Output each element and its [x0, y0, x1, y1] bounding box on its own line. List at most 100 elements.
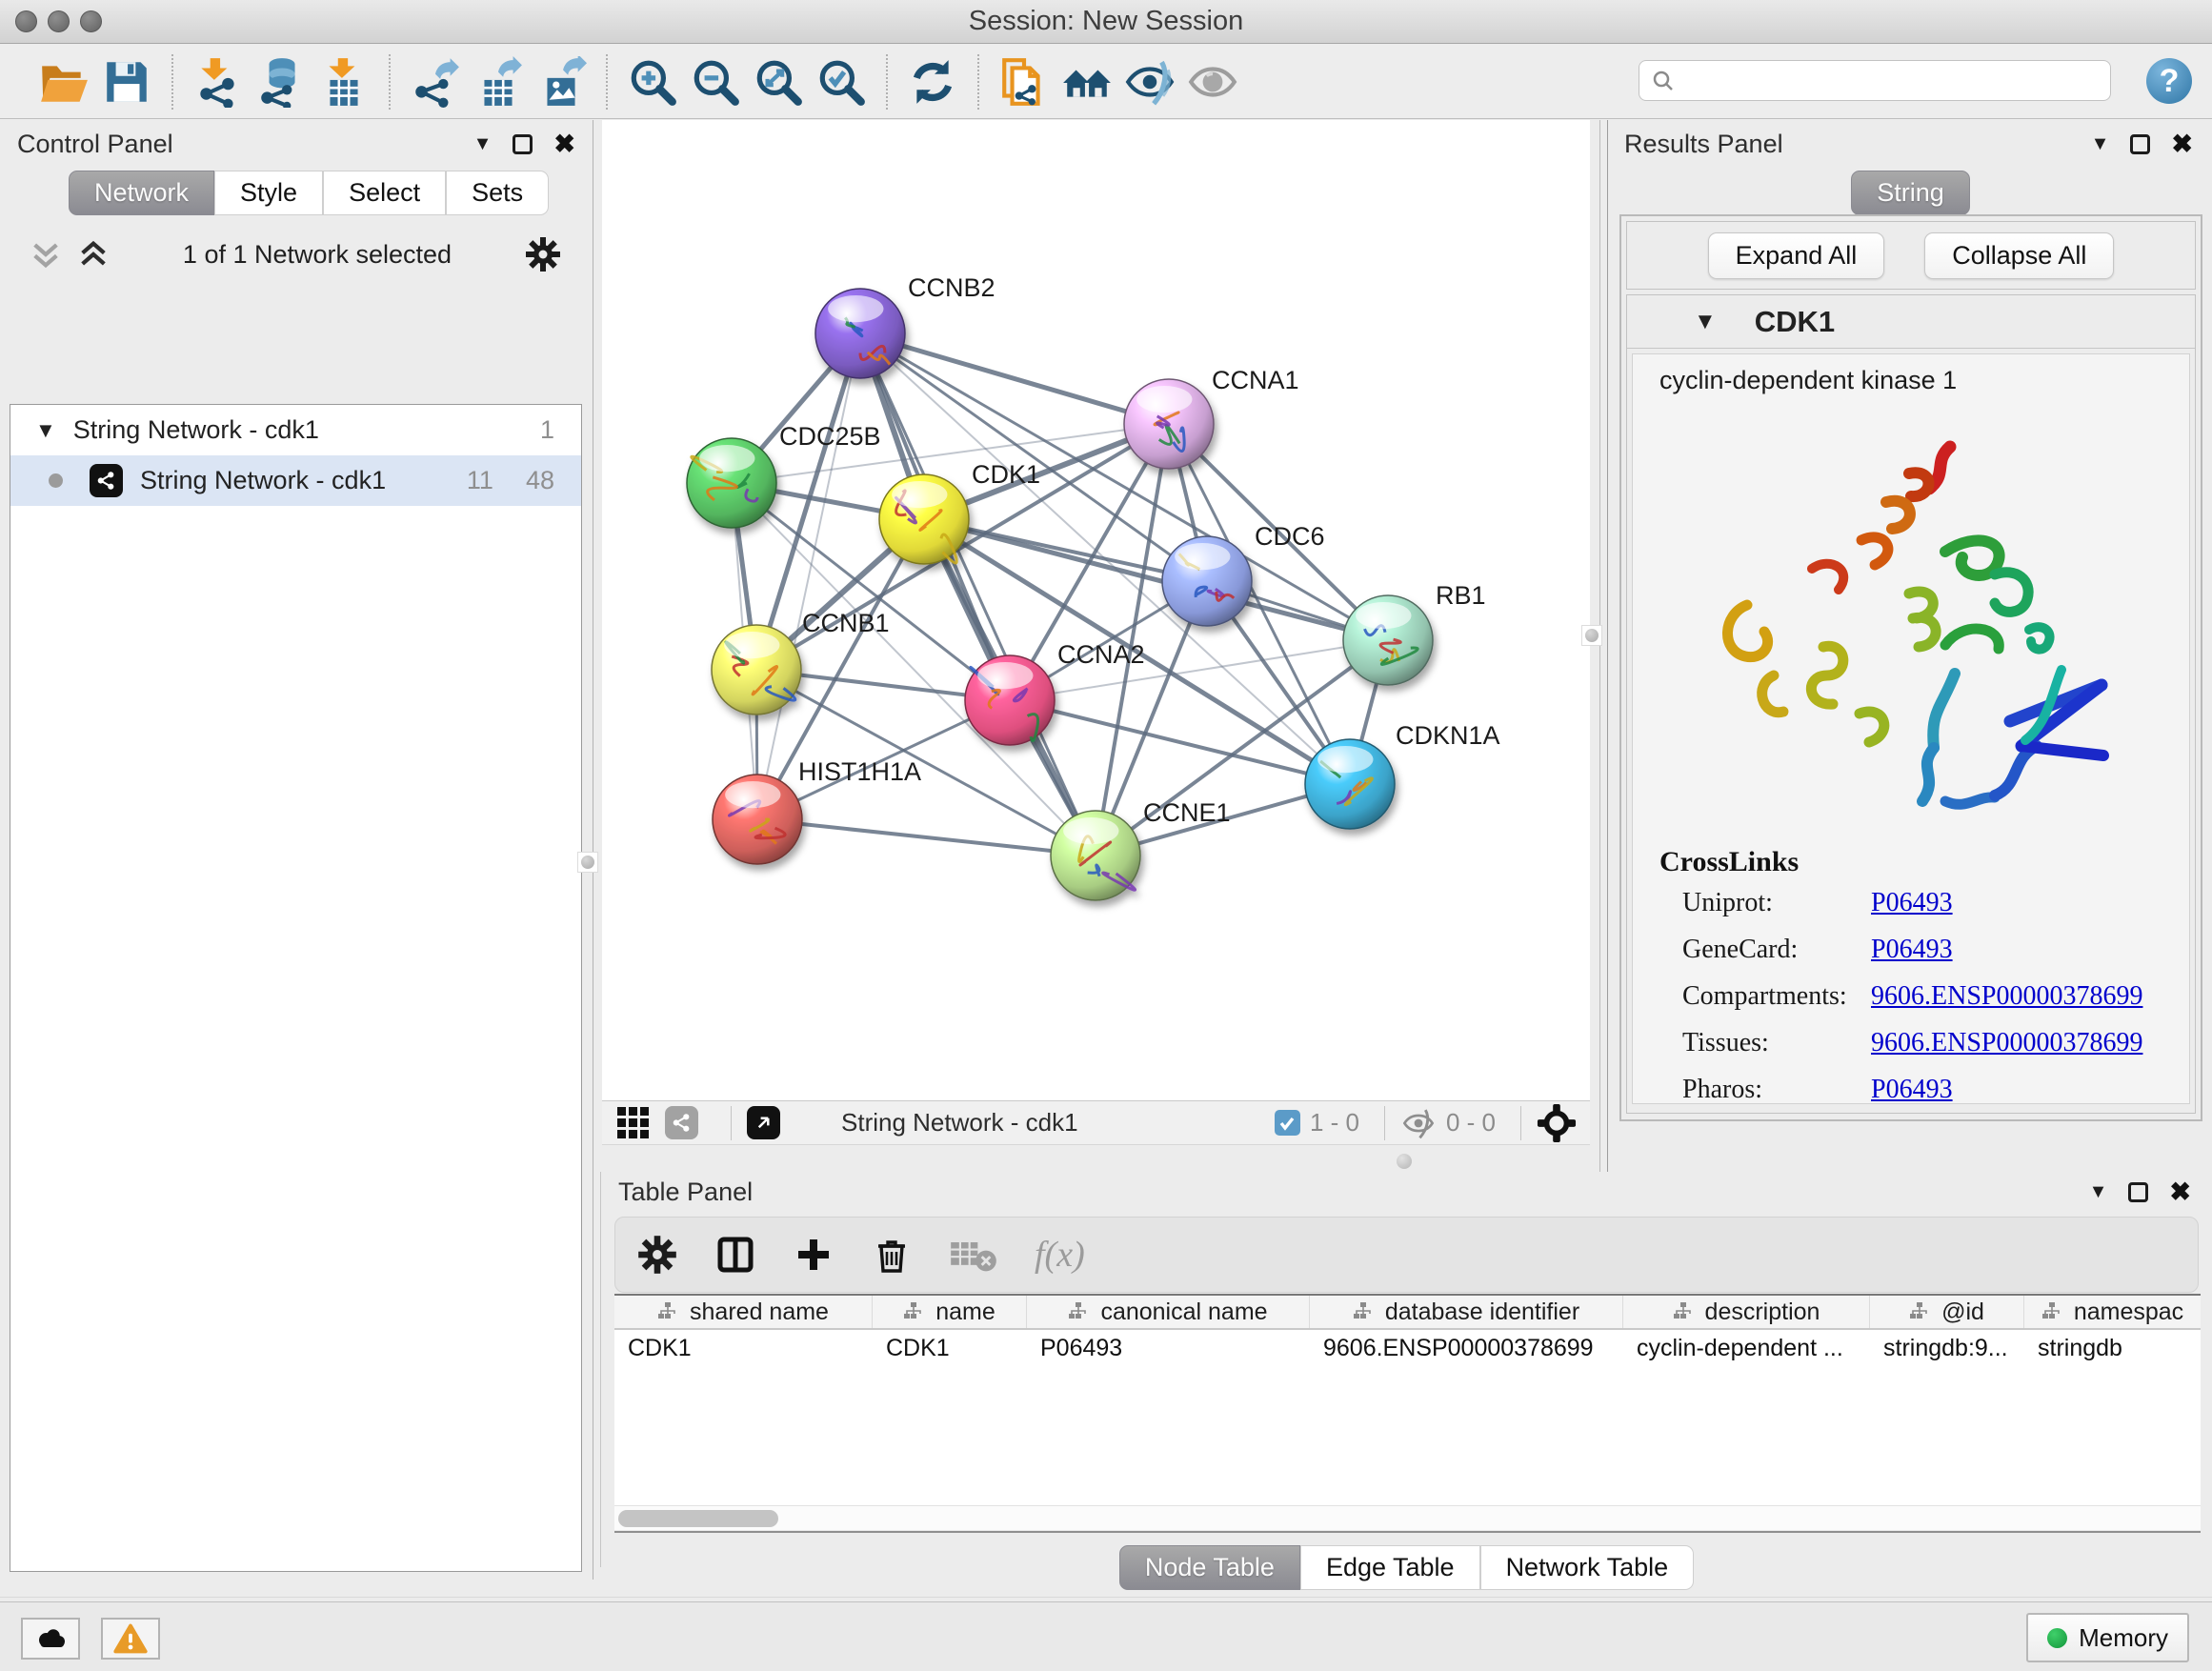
protein-section-header[interactable]: ▼ CDK1 [1627, 295, 2195, 349]
table-cell[interactable]: stringdb:9... [1870, 1330, 2024, 1366]
right-splitter-handle[interactable] [1581, 625, 1602, 646]
scrollbar-thumb[interactable] [618, 1510, 778, 1527]
tab-sets[interactable]: Sets [446, 171, 549, 215]
zoom-out-button[interactable] [684, 51, 747, 112]
panel-close-icon[interactable]: ✖ [553, 131, 575, 157]
left-splitter-handle[interactable] [577, 852, 598, 873]
memory-button[interactable]: Memory [2026, 1613, 2189, 1662]
network-row-selected[interactable]: String Network - cdk1 11 48 [10, 455, 581, 506]
collapse-all-networks-icon[interactable] [29, 238, 63, 271]
network-node-CCNE1[interactable] [1051, 811, 1140, 900]
add-column-icon[interactable] [793, 1234, 835, 1276]
panel-menu-icon[interactable]: ▼ [2091, 133, 2110, 155]
tab-node-table[interactable]: Node Table [1119, 1545, 1300, 1590]
panel-menu-icon[interactable]: ▼ [473, 133, 493, 155]
import-network-file-button[interactable] [187, 51, 250, 112]
network-node-CCNB1[interactable] [712, 625, 801, 715]
panel-close-icon[interactable]: ✖ [2169, 1179, 2191, 1205]
expand-all-button[interactable]: Expand All [1708, 232, 1885, 279]
close-window-button[interactable] [15, 10, 37, 32]
column-header-canonical-name[interactable]: canonical name [1027, 1296, 1310, 1328]
column-header-shared-name[interactable]: shared name [614, 1296, 873, 1328]
network-node-CDKN1A[interactable] [1305, 739, 1395, 829]
save-session-button[interactable] [95, 51, 158, 112]
minimize-window-button[interactable] [48, 10, 70, 32]
network-view-type-icon[interactable] [665, 1106, 698, 1139]
hide-selected-button[interactable] [1118, 51, 1181, 112]
export-table-button[interactable] [467, 51, 530, 112]
refresh-layout-button[interactable] [901, 51, 964, 112]
open-session-button[interactable] [32, 51, 95, 112]
network-node-CDC6[interactable] [1162, 536, 1252, 626]
zoom-in-button[interactable] [621, 51, 684, 112]
crosslink-link[interactable]: P06493 [1871, 888, 1953, 918]
tab-network[interactable]: Network [69, 171, 214, 215]
node-table[interactable]: shared namenamecanonical namedatabase id… [614, 1294, 2201, 1505]
delete-column-icon[interactable] [871, 1234, 913, 1276]
tab-style[interactable]: Style [214, 171, 323, 215]
crosslink-link[interactable]: 9606.ENSP00000378699 [1871, 981, 2142, 1012]
import-network-database-button[interactable] [250, 51, 312, 112]
zoom-window-button[interactable] [80, 10, 102, 32]
table-horizontal-scrollbar[interactable] [614, 1505, 2201, 1530]
network-edge[interactable] [757, 333, 860, 819]
panel-menu-icon[interactable]: ▼ [2089, 1181, 2108, 1203]
expand-all-networks-icon[interactable] [76, 238, 111, 271]
network-edge[interactable] [757, 819, 1096, 856]
horizontal-splitter-handle[interactable] [1397, 1154, 1412, 1169]
network-options-gear-icon[interactable] [524, 235, 562, 273]
tab-edge-table[interactable]: Edge Table [1300, 1545, 1480, 1590]
network-node-CDC25B[interactable] [687, 438, 776, 528]
network-node-HIST1H1A[interactable] [713, 775, 802, 864]
tab-network-table[interactable]: Network Table [1480, 1545, 1695, 1590]
section-collapse-arrow-icon[interactable]: ▼ [1694, 309, 1717, 335]
column-header-name[interactable]: name [873, 1296, 1027, 1328]
network-node-CCNA2[interactable] [965, 655, 1055, 745]
panel-close-icon[interactable]: ✖ [2171, 131, 2193, 157]
crosslink-link[interactable]: 9606.ENSP00000378699 [1871, 1028, 2142, 1058]
network-edge[interactable] [860, 333, 1169, 424]
network-graph[interactable]: CCNB2 CCNA1 CDC25B CDK1 CDC6 RB1 [602, 120, 1590, 1100]
export-image-button[interactable] [530, 51, 593, 112]
column-header-description[interactable]: description [1623, 1296, 1870, 1328]
table-cell[interactable]: stringdb [2024, 1330, 2201, 1366]
network-node-RB1[interactable] [1343, 595, 1433, 685]
first-neighbors-button[interactable] [1056, 51, 1118, 112]
crosslink-link[interactable]: P06493 [1871, 935, 1953, 965]
table-options-gear-icon[interactable] [636, 1234, 678, 1276]
column-header-namespac[interactable]: namespac [2024, 1296, 2201, 1328]
network-collection-row[interactable]: ▼ String Network - cdk1 1 [10, 405, 581, 455]
zoom-fit-button[interactable] [747, 51, 810, 112]
network-node-CCNA1[interactable] [1124, 379, 1214, 469]
search-input[interactable] [1676, 61, 2110, 100]
table-cell[interactable]: 9606.ENSP00000378699 [1310, 1330, 1623, 1366]
help-button[interactable]: ? [2146, 58, 2192, 104]
table-cell[interactable]: cyclin-dependent ... [1623, 1330, 1870, 1366]
warnings-button[interactable] [101, 1618, 160, 1660]
export-network-button[interactable] [404, 51, 467, 112]
collection-expand-arrow-icon[interactable]: ▼ [35, 418, 56, 443]
import-table-button[interactable] [312, 51, 375, 112]
panel-float-icon[interactable] [2130, 134, 2150, 154]
column-header--id[interactable]: @id [1870, 1296, 2024, 1328]
birds-eye-view-icon[interactable] [1537, 1103, 1577, 1143]
table-row[interactable]: CDK1CDK1P064939606.ENSP00000378699cyclin… [614, 1330, 2201, 1366]
detach-view-icon[interactable] [747, 1106, 780, 1139]
table-cell[interactable]: CDK1 [873, 1330, 1027, 1366]
panel-float-icon[interactable] [2128, 1182, 2148, 1202]
zoom-selected-button[interactable] [810, 51, 873, 112]
selected-nodes-checkbox[interactable] [1275, 1110, 1300, 1136]
show-all-button[interactable] [1181, 51, 1244, 112]
panel-float-icon[interactable] [513, 134, 533, 154]
table-cell[interactable]: P06493 [1027, 1330, 1310, 1366]
column-header-database-identifier[interactable]: database identifier [1310, 1296, 1623, 1328]
show-columns-icon[interactable] [714, 1234, 756, 1276]
tab-string[interactable]: String [1851, 171, 1970, 215]
cloud-status-button[interactable] [21, 1618, 80, 1660]
collapse-all-button[interactable]: Collapse All [1924, 232, 2114, 279]
grid-view-icon[interactable] [615, 1105, 652, 1141]
new-network-from-selection-button[interactable] [993, 51, 1056, 112]
crosslink-link[interactable]: P06493 [1871, 1075, 1953, 1105]
network-canvas[interactable]: CCNB2 CCNA1 CDC25B CDK1 CDC6 RB1 [602, 120, 1590, 1100]
network-node-CCNB2[interactable] [815, 289, 905, 378]
